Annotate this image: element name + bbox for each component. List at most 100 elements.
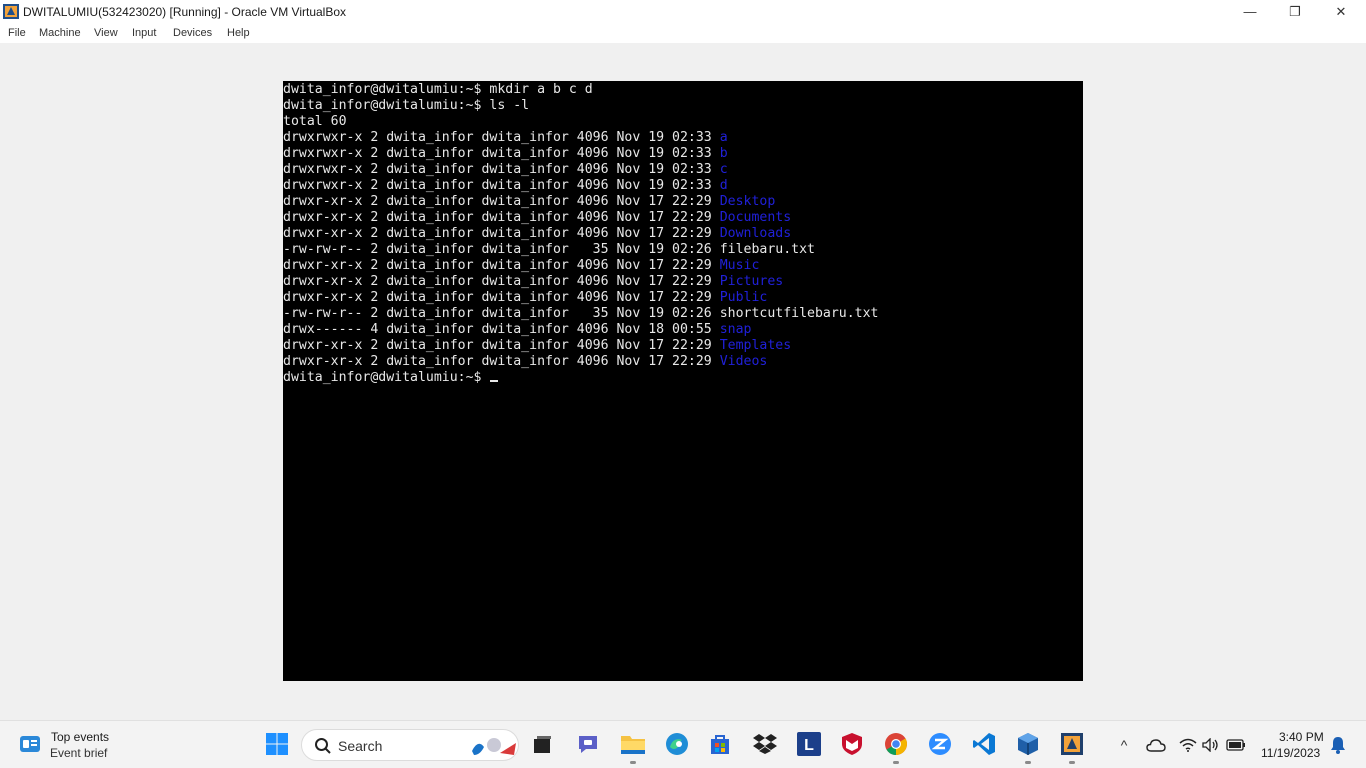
terminal-line: drwxr-xr-x 2 dwita_infor dwita_infor 409… bbox=[283, 290, 1083, 306]
virtualbox-vm-icon bbox=[1061, 733, 1083, 755]
show-hidden-icons-button[interactable]: ^ bbox=[1114, 735, 1134, 755]
terminal-line-text: drwxr-xr-x 2 dwita_infor dwita_infor 409… bbox=[283, 274, 720, 289]
cloud-icon bbox=[1146, 739, 1166, 752]
terminal-line-text: drwxrwxr-x 2 dwita_infor dwita_infor 409… bbox=[283, 146, 720, 161]
battery-tray[interactable] bbox=[1226, 735, 1246, 755]
terminal-line: drwxr-xr-x 2 dwita_infor dwita_infor 409… bbox=[283, 258, 1083, 274]
terminal-line-text: drwxr-xr-x 2 dwita_infor dwita_infor 409… bbox=[283, 194, 720, 209]
task-view-icon bbox=[534, 736, 551, 753]
terminal-line-text: drwxr-xr-x 2 dwita_infor dwita_infor 409… bbox=[283, 258, 720, 273]
chrome-icon bbox=[885, 733, 907, 755]
terminal-line-text: drwxr-xr-x 2 dwita_infor dwita_infor 409… bbox=[283, 354, 720, 369]
wifi-tray[interactable] bbox=[1178, 735, 1198, 755]
virtualbox-app[interactable] bbox=[1015, 731, 1041, 757]
task-view-button[interactable] bbox=[529, 731, 555, 757]
maximize-button[interactable]: ❐ bbox=[1272, 0, 1318, 23]
edge-icon bbox=[666, 733, 688, 755]
terminal-line-text: drwxrwxr-x 2 dwita_infor dwita_infor 409… bbox=[283, 162, 720, 177]
vm-terminal-console[interactable]: dwita_infor@dwitalumiu:~$ mkdir a b c dd… bbox=[283, 81, 1083, 681]
file-entry-name: filebaru.txt bbox=[719, 242, 815, 257]
restore-icon: ❐ bbox=[1289, 3, 1301, 19]
file-explorer-app[interactable] bbox=[620, 731, 646, 757]
windows-logo-icon bbox=[266, 733, 288, 755]
virtualbox-vm-app[interactable] bbox=[1059, 731, 1085, 757]
teams-chat-app[interactable] bbox=[575, 731, 601, 757]
vscode-app[interactable] bbox=[971, 731, 997, 757]
running-indicator bbox=[1069, 761, 1075, 764]
virtualbox-app-icon bbox=[3, 4, 19, 19]
menu-view[interactable]: View bbox=[94, 27, 118, 39]
l-app-glyph: L bbox=[804, 737, 814, 754]
terminal-line-text: -rw-rw-r-- 2 dwita_infor dwita_infor 35 … bbox=[283, 306, 720, 321]
menu-help[interactable]: Help bbox=[227, 27, 250, 39]
directory-entry-name: Pictures bbox=[719, 274, 784, 289]
directory-entry-name: Desktop bbox=[719, 194, 776, 209]
battery-charging-icon bbox=[1226, 739, 1245, 751]
directory-entry-name: snap bbox=[719, 322, 752, 337]
terminal-line: dwita_infor@dwitalumiu:~$ ls -l bbox=[283, 98, 1083, 114]
start-button[interactable] bbox=[264, 731, 290, 757]
terminal-line: drwxr-xr-x 2 dwita_infor dwita_infor 409… bbox=[283, 338, 1083, 354]
running-indicator bbox=[893, 761, 899, 764]
onedrive-tray[interactable] bbox=[1146, 735, 1166, 755]
window-title: DWITALUMIU(532423020) [Running] - Oracle… bbox=[23, 5, 347, 19]
directory-entry-name: Videos bbox=[719, 354, 768, 369]
directory-entry-name: d bbox=[719, 178, 728, 193]
terminal-line: drwxrwxr-x 2 dwita_infor dwita_infor 409… bbox=[283, 178, 1083, 194]
zoom-icon bbox=[929, 733, 951, 755]
speaker-icon bbox=[1202, 738, 1218, 752]
file-entry-name: shortcutfilebaru.txt bbox=[719, 306, 879, 321]
chevron-up-icon: ^ bbox=[1120, 737, 1128, 753]
virtualbox-icon bbox=[1018, 733, 1038, 755]
terminal-line-text: drwx------ 4 dwita_infor dwita_infor 409… bbox=[283, 322, 720, 337]
microsoft-store-app[interactable] bbox=[707, 731, 733, 757]
terminal-prompt-line[interactable]: dwita_infor@dwitalumiu:~$ bbox=[283, 370, 1083, 386]
running-indicator bbox=[1025, 761, 1031, 764]
terminal-line: drwxr-xr-x 2 dwita_infor dwita_infor 409… bbox=[283, 194, 1083, 210]
terminal-line-text: drwxr-xr-x 2 dwita_infor dwita_infor 409… bbox=[283, 226, 720, 241]
terminal-line: drwxrwxr-x 2 dwita_infor dwita_infor 409… bbox=[283, 146, 1083, 162]
clock-date[interactable]: 11/19/2023 bbox=[1261, 746, 1320, 760]
volume-tray[interactable] bbox=[1201, 735, 1221, 755]
l-app[interactable]: L bbox=[796, 731, 822, 757]
chat-icon bbox=[579, 736, 597, 753]
news-widget[interactable]: Top events Event brief bbox=[14, 728, 174, 762]
menu-input[interactable]: Input bbox=[132, 27, 156, 39]
widget-title: Top events bbox=[51, 730, 110, 744]
menu-file[interactable]: File bbox=[8, 27, 26, 39]
directory-entry-name: Music bbox=[719, 258, 760, 273]
mcafee-app[interactable] bbox=[839, 731, 865, 757]
terminal-line: dwita_infor@dwitalumiu:~$ mkdir a b c d bbox=[283, 82, 1083, 98]
terminal-line: drwxr-xr-x 2 dwita_infor dwita_infor 409… bbox=[283, 226, 1083, 242]
terminal-line: drwxr-xr-x 2 dwita_infor dwita_infor 409… bbox=[283, 274, 1083, 290]
terminal-prompt: dwita_infor@dwitalumiu:~$ bbox=[283, 370, 490, 385]
minimize-button[interactable]: — bbox=[1227, 0, 1273, 23]
directory-entry-name: Public bbox=[719, 290, 768, 305]
zoom-app[interactable] bbox=[927, 731, 953, 757]
dropbox-app[interactable] bbox=[752, 731, 778, 757]
vscode-icon bbox=[973, 733, 995, 755]
notification-center-button[interactable] bbox=[1328, 735, 1348, 755]
mcafee-icon bbox=[842, 733, 862, 755]
search-highlight-icon bbox=[472, 738, 516, 755]
terminal-line-text: drwxr-xr-x 2 dwita_infor dwita_infor 409… bbox=[283, 210, 720, 225]
menu-devices[interactable]: Devices bbox=[173, 27, 212, 39]
store-icon bbox=[711, 735, 729, 754]
search-icon bbox=[315, 738, 331, 754]
terminal-line-text: drwxrwxr-x 2 dwita_infor dwita_infor 409… bbox=[283, 178, 720, 193]
news-widget-icon bbox=[20, 736, 40, 752]
clock-time[interactable]: 3:40 PM bbox=[1279, 730, 1324, 744]
minimize-icon: — bbox=[1243, 4, 1257, 19]
edge-app[interactable] bbox=[664, 731, 690, 757]
menu-machine[interactable]: Machine bbox=[39, 27, 81, 39]
chrome-app[interactable] bbox=[883, 731, 909, 757]
terminal-line-text: drwxr-xr-x 2 dwita_infor dwita_infor 409… bbox=[283, 338, 720, 353]
terminal-line-text: total 60 bbox=[283, 114, 347, 129]
directory-entry-name: Templates bbox=[719, 338, 792, 353]
taskbar-search-box[interactable]: Search bbox=[301, 729, 519, 761]
menu-bar: File Machine View Input Devices Help bbox=[0, 23, 1366, 43]
terminal-line-text: drwxrwxr-x 2 dwita_infor dwita_infor 409… bbox=[283, 130, 720, 145]
terminal-line-text: dwita_infor@dwitalumiu:~$ ls -l bbox=[283, 98, 530, 113]
l-icon: L bbox=[797, 732, 821, 756]
close-button[interactable]: ✕ bbox=[1318, 0, 1364, 23]
